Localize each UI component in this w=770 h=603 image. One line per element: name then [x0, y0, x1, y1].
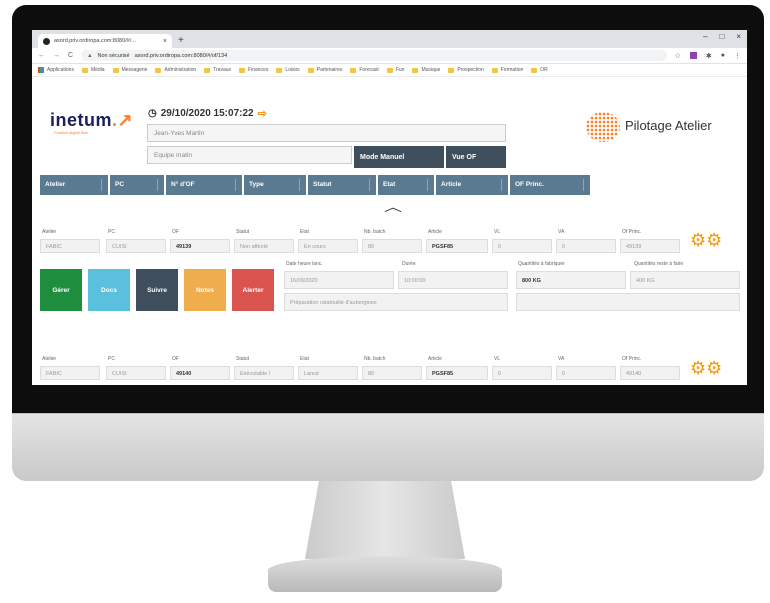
value-va: 0	[556, 239, 616, 253]
logo-tagline: Positive digital flow	[54, 130, 88, 135]
label-of: OF	[172, 229, 179, 235]
label-pc: PC	[108, 356, 115, 362]
label-of-princ: Of Princ.	[622, 356, 642, 362]
label-of-princ: Of Princ.	[622, 229, 642, 235]
value-statut: Non affecté	[234, 239, 294, 253]
datetime: ◷ 29/10/2020 15:07:22 ⇨	[148, 107, 267, 120]
user-field[interactable]: Jean-Yves Martin	[147, 124, 506, 142]
value-atelier: FABIC	[40, 366, 100, 380]
filter-of[interactable]: N° d'OF	[166, 175, 242, 195]
label-vl: VL	[494, 356, 501, 362]
value-va: 0	[556, 366, 616, 380]
label-vl: VL	[494, 229, 501, 235]
filter-statut[interactable]: Statut	[308, 175, 376, 195]
suivre-button[interactable]: Suivre	[136, 269, 178, 311]
value-etat: Lancé	[298, 366, 358, 380]
team-field[interactable]: Equipe matin	[147, 146, 352, 164]
notes-button[interactable]: Notes	[184, 269, 226, 311]
value-statut: Exécutable l	[234, 366, 294, 380]
value-qte-reste: 400 KG	[630, 271, 740, 289]
label-article: Article	[428, 356, 442, 362]
label-atelier: Atelier	[42, 229, 57, 235]
filter-bar: Atelier PC N° d'OF Type Statut Etat Arti…	[40, 175, 590, 195]
desktop-mockup: asord.priv.ordiropa.com:8080/#/... × + –…	[0, 0, 770, 603]
monitor-stand	[304, 481, 466, 559]
mode-manuel-button[interactable]: Mode Manuel	[354, 146, 444, 168]
collapse-chevron-icon[interactable]: ︿	[384, 198, 402, 215]
value-etat: En cours	[298, 239, 358, 253]
value-of: 49139	[170, 239, 230, 253]
monitor-base	[268, 556, 502, 592]
logo: inetum.↗	[50, 110, 134, 130]
monitor-chin	[12, 413, 764, 481]
value-article: PGSF85	[426, 239, 488, 253]
label-date-lanc: Date heure lanc.	[286, 261, 323, 267]
value-nb-batch: 80	[362, 366, 422, 380]
value-date-lanc: 16/09/2020	[284, 271, 394, 289]
screen: asord.priv.ordiropa.com:8080/#/... × + –…	[32, 30, 747, 385]
vue-of-button[interactable]: Vue OF	[446, 146, 506, 168]
clock-icon: ◷	[148, 108, 157, 119]
value-of: 49140	[170, 366, 230, 380]
value-pc: CUISI	[106, 239, 166, 253]
label-pc: PC	[108, 229, 115, 235]
gerer-button[interactable]: Gérer	[40, 269, 82, 311]
label-va: VA	[558, 356, 565, 362]
docs-button[interactable]: Docs	[88, 269, 130, 311]
settings-gears-icon[interactable]: ⚙⚙	[690, 358, 722, 379]
label-qte-reste: Quantités reste à faire	[634, 261, 684, 267]
label-etat: Etat	[300, 356, 309, 362]
label-nb-batch: Nb. batch	[364, 229, 386, 235]
value-vl: 0	[492, 239, 552, 253]
settings-gears-icon[interactable]: ⚙⚙	[690, 230, 722, 251]
label-statut: Statut	[236, 356, 250, 362]
value-atelier: FABIC	[40, 239, 100, 253]
label-statut: Statut	[236, 229, 250, 235]
filter-atelier[interactable]: Atelier	[40, 175, 108, 195]
filter-of-princ[interactable]: OF Princ.	[510, 175, 590, 195]
label-etat: Etat	[300, 229, 309, 235]
filter-etat[interactable]: Etat	[378, 175, 434, 195]
value-of-princ: 49140	[620, 366, 680, 380]
app-title: Pilotage Atelier	[625, 118, 712, 133]
value-of-princ: 49139	[620, 239, 680, 253]
value-duree: 10:00:00	[398, 271, 508, 289]
label-qte-fab: Quantités à fabriquer	[518, 261, 565, 267]
label-va: VA	[558, 229, 565, 235]
value-vl: 0	[492, 366, 552, 380]
pilotage-dots-icon	[586, 112, 620, 142]
value-extra	[516, 293, 740, 311]
value-description: Préparation ratatouille d'aubergines	[284, 293, 508, 311]
label-article: Article	[428, 229, 442, 235]
value-nb-batch: 80	[362, 239, 422, 253]
label-of: OF	[172, 356, 179, 362]
app-page: inetum.↗ Positive digital flow ◷ 29/10/2…	[32, 30, 747, 380]
filter-pc[interactable]: PC	[110, 175, 164, 195]
alerter-button[interactable]: Alerter	[232, 269, 274, 311]
value-article: PGSF85	[426, 366, 488, 380]
filter-type[interactable]: Type	[244, 175, 306, 195]
logout-icon[interactable]: ⇨	[258, 107, 267, 120]
label-nb-batch: Nb. batch	[364, 356, 386, 362]
filter-article[interactable]: Article	[436, 175, 508, 195]
value-pc: CUISI	[106, 366, 166, 380]
label-atelier: Atelier	[42, 356, 57, 362]
value-qte-fab: 800 KG	[516, 271, 626, 289]
label-duree: Durée	[402, 261, 416, 267]
